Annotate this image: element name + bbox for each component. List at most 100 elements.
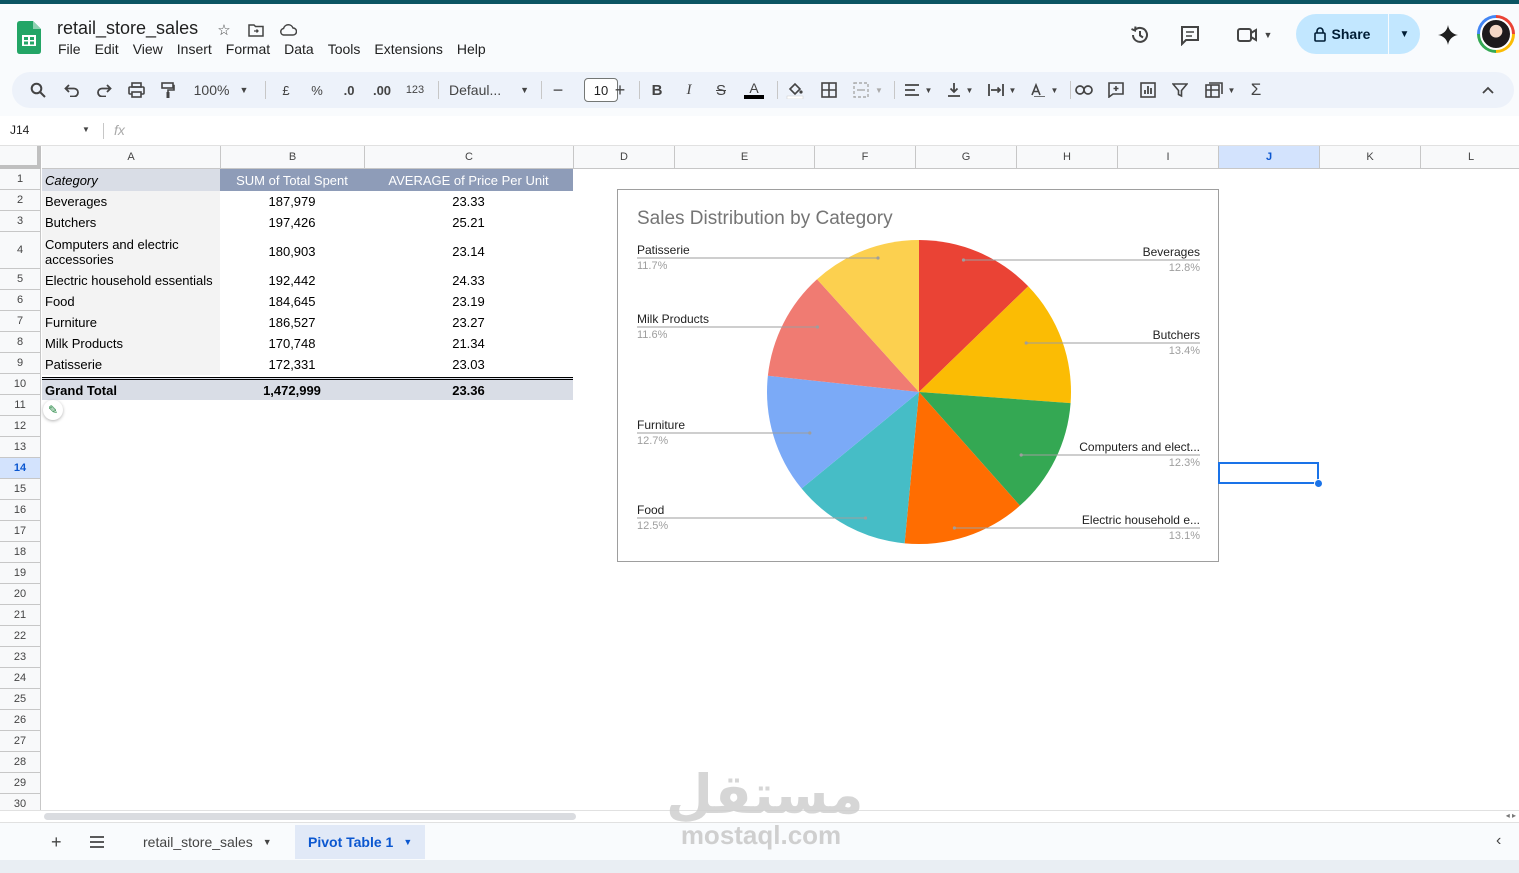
- edit-pivot-pencil-icon[interactable]: ✎: [43, 400, 63, 420]
- version-history-icon[interactable]: [1127, 22, 1153, 48]
- pivot-sum-cell[interactable]: 187,979: [220, 191, 364, 212]
- row-header-24[interactable]: 24: [0, 668, 41, 689]
- borders-icon[interactable]: [817, 78, 841, 102]
- name-box[interactable]: J14: [10, 123, 29, 137]
- row-header-8[interactable]: 8: [0, 332, 41, 353]
- text-wrapping-icon[interactable]: ▼: [984, 78, 1020, 102]
- pivot-category-cell[interactable]: Butchers: [42, 212, 220, 233]
- column-header-j[interactable]: J: [1219, 146, 1320, 169]
- row-header-19[interactable]: 19: [0, 563, 41, 584]
- undo-icon[interactable]: [60, 78, 84, 102]
- filter-icon[interactable]: [1168, 78, 1192, 102]
- sheet-tab-pivot-table-1[interactable]: Pivot Table 1 ▼: [295, 825, 426, 859]
- pivot-sum-cell[interactable]: 184,645: [220, 291, 364, 312]
- collapse-side-panel-icon[interactable]: ‹: [1496, 832, 1501, 850]
- pivot-average-cell[interactable]: 23.03: [364, 354, 573, 375]
- zoom-select[interactable]: 100% ▼: [190, 78, 252, 102]
- merge-cells-icon[interactable]: ▼: [850, 78, 886, 102]
- fill-color-icon[interactable]: [783, 78, 807, 102]
- pivot-sum-cell[interactable]: 170,748: [220, 333, 364, 354]
- move-folder-icon[interactable]: [246, 20, 266, 40]
- row-header-30[interactable]: 30: [0, 794, 41, 810]
- font-family-select[interactable]: Defaul... ▼: [449, 78, 529, 102]
- row-header-15[interactable]: 15: [0, 479, 41, 500]
- collapse-toolbar-icon[interactable]: [1476, 78, 1500, 102]
- menu-data[interactable]: Data: [277, 41, 321, 57]
- share-dropdown-icon[interactable]: ▼: [1389, 29, 1420, 40]
- pivot-average-cell[interactable]: 21.34: [364, 333, 573, 354]
- insert-comment-icon[interactable]: [1104, 78, 1128, 102]
- grand-total-label[interactable]: Grand Total: [42, 380, 220, 400]
- menu-tools[interactable]: Tools: [321, 41, 368, 57]
- row-header-6[interactable]: 6: [0, 290, 41, 311]
- pivot-average-cell[interactable]: 23.27: [364, 312, 573, 333]
- decrease-font-size-icon[interactable]: −: [548, 78, 568, 102]
- select-all-corner[interactable]: [0, 146, 41, 169]
- strikethrough-icon[interactable]: S: [709, 78, 733, 102]
- menu-help[interactable]: Help: [450, 41, 493, 57]
- grand-total-sum[interactable]: 1,472,999: [220, 380, 364, 400]
- pivot-header-category[interactable]: Category: [42, 169, 220, 191]
- column-header-d[interactable]: D: [574, 146, 675, 169]
- row-header-10[interactable]: 10: [0, 374, 41, 395]
- pivot-sum-cell[interactable]: 186,527: [220, 312, 364, 333]
- row-header-14[interactable]: 14: [0, 458, 41, 479]
- pivot-average-cell[interactable]: 23.19: [364, 291, 573, 312]
- row-header-28[interactable]: 28: [0, 752, 41, 773]
- bold-icon[interactable]: B: [645, 78, 669, 102]
- search-menus-icon[interactable]: [26, 78, 50, 102]
- row-header-3[interactable]: 3: [0, 211, 41, 232]
- pivot-sum-cell[interactable]: 172,331: [220, 354, 364, 375]
- column-header-e[interactable]: E: [675, 146, 815, 169]
- print-icon[interactable]: [124, 78, 148, 102]
- selected-cell-j14[interactable]: [1218, 462, 1319, 484]
- pivot-average-cell[interactable]: 24.33: [364, 270, 573, 291]
- pivot-category-cell[interactable]: Electric household essentials: [42, 270, 220, 291]
- insert-chart-icon[interactable]: [1136, 78, 1160, 102]
- grand-total-average[interactable]: 23.36: [364, 380, 573, 400]
- gemini-sparkle-icon[interactable]: [1435, 22, 1461, 48]
- row-header-29[interactable]: 29: [0, 773, 41, 794]
- pivot-average-cell[interactable]: 23.33: [364, 191, 573, 212]
- menu-format[interactable]: Format: [219, 41, 277, 57]
- pivot-category-cell[interactable]: Furniture: [42, 312, 220, 333]
- pivot-header-average[interactable]: AVERAGE of Price Per Unit: [364, 169, 573, 191]
- row-header-22[interactable]: 22: [0, 626, 41, 647]
- text-rotation-icon[interactable]: ▼: [1026, 78, 1062, 102]
- row-header-20[interactable]: 20: [0, 584, 41, 605]
- cloud-saved-icon[interactable]: [278, 20, 298, 40]
- row-header-11[interactable]: 11: [0, 395, 41, 416]
- pivot-category-cell[interactable]: Beverages: [42, 191, 220, 212]
- row-header-21[interactable]: 21: [0, 605, 41, 626]
- filter-views-icon[interactable]: ▼: [1200, 78, 1240, 102]
- column-header-i[interactable]: I: [1118, 146, 1219, 169]
- scrollbar-thumb[interactable]: [44, 813, 576, 820]
- row-header-9[interactable]: 9: [0, 353, 41, 374]
- vertical-align-icon[interactable]: ▼: [942, 78, 978, 102]
- pivot-category-cell[interactable]: Computers and electric accessories: [42, 233, 220, 270]
- sheet-tab-caret-icon[interactable]: ▼: [403, 837, 412, 847]
- column-header-a[interactable]: A: [42, 146, 221, 169]
- sheet-tab-caret-icon[interactable]: ▼: [263, 837, 272, 847]
- paint-format-icon[interactable]: [156, 78, 180, 102]
- column-header-l[interactable]: L: [1421, 146, 1519, 169]
- row-header-13[interactable]: 13: [0, 437, 41, 458]
- column-header-g[interactable]: G: [916, 146, 1017, 169]
- row-header-25[interactable]: 25: [0, 689, 41, 710]
- scroll-arrows-icon[interactable]: ◂ ▸: [1506, 811, 1516, 820]
- redo-icon[interactable]: [92, 78, 116, 102]
- sheets-logo-icon[interactable]: [17, 21, 41, 54]
- pie-chart[interactable]: Sales Distribution by Category Beverages…: [617, 189, 1219, 562]
- pivot-header-sum[interactable]: SUM of Total Spent: [220, 169, 364, 191]
- row-header-1[interactable]: 1: [0, 169, 41, 190]
- format-percent-button[interactable]: %: [306, 78, 328, 102]
- decrease-decimal-button[interactable]: .0: [336, 78, 362, 102]
- menu-view[interactable]: View: [126, 41, 170, 57]
- comments-icon[interactable]: [1177, 22, 1203, 48]
- row-header-17[interactable]: 17: [0, 521, 41, 542]
- row-header-16[interactable]: 16: [0, 500, 41, 521]
- row-header-5[interactable]: 5: [0, 269, 41, 290]
- more-formats-button[interactable]: 123: [402, 78, 428, 102]
- menu-file[interactable]: File: [51, 41, 88, 57]
- row-header-18[interactable]: 18: [0, 542, 41, 563]
